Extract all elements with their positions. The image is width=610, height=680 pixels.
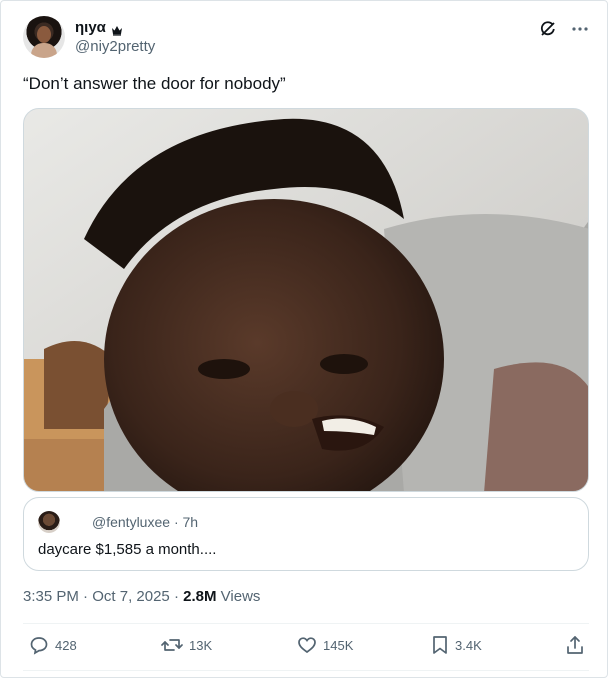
grok-icon[interactable] xyxy=(539,20,557,38)
divider-bottom xyxy=(23,670,589,671)
repost-icon xyxy=(161,635,183,655)
author-display-name: ηιуα xyxy=(75,19,106,36)
quote-separator: · xyxy=(173,514,179,530)
more-icon[interactable] xyxy=(571,26,589,32)
tweet-header: ηιуα @niy2pretty xyxy=(23,16,589,60)
repost-button[interactable]: 13K xyxy=(161,635,212,655)
bookmark-icon xyxy=(431,635,449,655)
tweet-text: “Don’t answer the door for nobody” xyxy=(23,74,286,93)
quote-author-avatar xyxy=(38,511,60,533)
author-names: ηιуα @niy2pretty xyxy=(75,18,155,57)
reply-button[interactable]: 428 xyxy=(29,635,77,655)
reply-icon xyxy=(29,635,49,655)
media-image xyxy=(24,109,588,491)
quote-text: daycare $1,585 a month.... xyxy=(38,541,217,558)
tweet-card: ηιуα @niy2pretty “Don’t answer the door … xyxy=(0,0,608,678)
bookmark-button[interactable]: 3.4K xyxy=(431,635,482,655)
tweet-date[interactable]: Oct 7, 2025 xyxy=(92,588,170,605)
tweet-media[interactable] xyxy=(23,108,589,492)
author-handle[interactable]: @niy2pretty xyxy=(75,37,155,57)
quote-handle: @fentyluxee xyxy=(92,514,171,530)
share-icon xyxy=(565,635,585,655)
quote-meta: @fentyluxee · 7h xyxy=(92,514,198,530)
bookmark-count: 3.4K xyxy=(455,637,482,653)
crown-icon xyxy=(111,22,123,36)
like-icon xyxy=(297,635,317,655)
like-button[interactable]: 145K xyxy=(297,635,353,655)
share-button[interactable] xyxy=(565,635,585,655)
header-actions xyxy=(539,20,589,38)
author-display-name-row[interactable]: ηιуα xyxy=(75,18,155,37)
repost-count: 13K xyxy=(189,637,213,653)
views-label: Views xyxy=(220,588,261,605)
author-avatar[interactable] xyxy=(23,16,65,58)
tweet-meta: 3:35 PM · Oct 7, 2025 · 2.8M Views xyxy=(23,588,260,605)
views-count: 2.8M xyxy=(183,588,217,605)
meta-separator: · xyxy=(83,588,89,605)
meta-separator-2: · xyxy=(173,588,179,605)
tweet-actions: 428 13K 145K 3.4K xyxy=(23,635,589,661)
like-count: 145K xyxy=(323,637,354,653)
divider xyxy=(23,623,589,624)
tweet-time[interactable]: 3:35 PM xyxy=(23,588,79,605)
quote-tweet[interactable]: @fentyluxee · 7h daycare $1,585 a month.… xyxy=(23,497,589,571)
reply-count: 428 xyxy=(55,637,77,653)
quote-age: 7h xyxy=(182,514,199,530)
